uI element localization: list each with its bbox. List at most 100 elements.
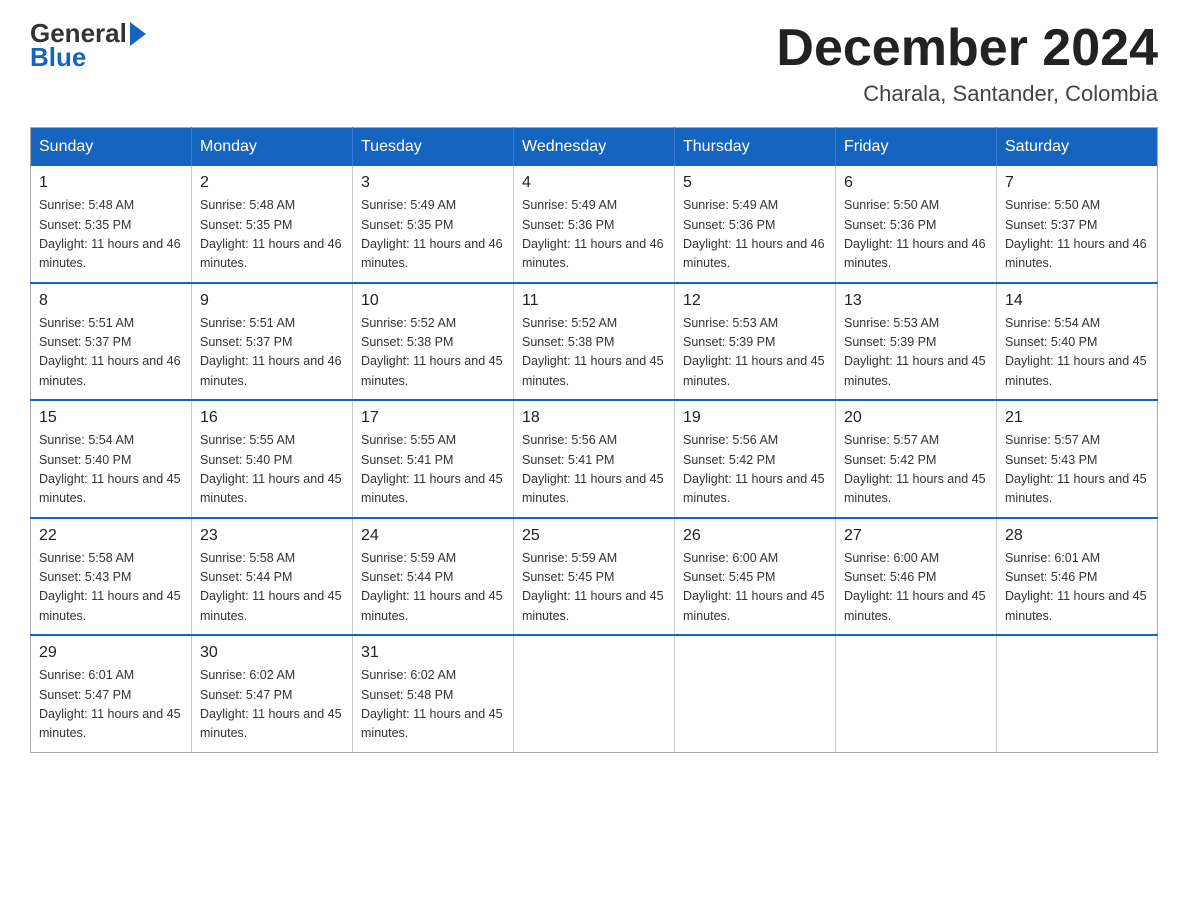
day-number: 24 [361,527,505,545]
day-info: Sunrise: 5:54 AM Sunset: 5:40 PM Dayligh… [1005,314,1149,392]
sunrise-label: Sunrise: 6:02 AM [361,668,456,682]
sunset-label: Sunset: 5:38 PM [522,335,614,349]
daylight-label: Daylight: 11 hours and 45 minutes. [361,354,503,387]
calendar-header-row: SundayMondayTuesdayWednesdayThursdayFrid… [31,128,1158,167]
daylight-label: Daylight: 11 hours and 45 minutes. [361,707,503,740]
day-info: Sunrise: 5:50 AM Sunset: 5:36 PM Dayligh… [844,196,988,274]
day-info: Sunrise: 6:02 AM Sunset: 5:47 PM Dayligh… [200,666,344,744]
sunset-label: Sunset: 5:35 PM [39,218,131,232]
day-info: Sunrise: 5:55 AM Sunset: 5:41 PM Dayligh… [361,431,505,509]
sunrise-label: Sunrise: 5:53 AM [844,316,939,330]
sunrise-label: Sunrise: 5:49 AM [361,198,456,212]
calendar-cell: 19 Sunrise: 5:56 AM Sunset: 5:42 PM Dayl… [675,400,836,518]
sunrise-label: Sunrise: 5:59 AM [522,551,617,565]
daylight-label: Daylight: 11 hours and 45 minutes. [844,472,986,505]
sunset-label: Sunset: 5:40 PM [39,453,131,467]
daylight-label: Daylight: 11 hours and 45 minutes. [522,589,664,622]
sunrise-label: Sunrise: 5:59 AM [361,551,456,565]
sunset-label: Sunset: 5:40 PM [1005,335,1097,349]
day-info: Sunrise: 5:57 AM Sunset: 5:42 PM Dayligh… [844,431,988,509]
daylight-label: Daylight: 11 hours and 46 minutes. [200,354,342,387]
day-info: Sunrise: 5:50 AM Sunset: 5:37 PM Dayligh… [1005,196,1149,274]
calendar-cell: 27 Sunrise: 6:00 AM Sunset: 5:46 PM Dayl… [836,518,997,636]
day-number: 14 [1005,292,1149,310]
calendar-cell: 13 Sunrise: 5:53 AM Sunset: 5:39 PM Dayl… [836,283,997,401]
sunset-label: Sunset: 5:46 PM [1005,570,1097,584]
calendar-cell: 28 Sunrise: 6:01 AM Sunset: 5:46 PM Dayl… [997,518,1158,636]
daylight-label: Daylight: 11 hours and 45 minutes. [200,472,342,505]
day-info: Sunrise: 5:48 AM Sunset: 5:35 PM Dayligh… [200,196,344,274]
sunrise-label: Sunrise: 6:00 AM [844,551,939,565]
day-info: Sunrise: 6:01 AM Sunset: 5:46 PM Dayligh… [1005,549,1149,627]
day-number: 10 [361,292,505,310]
day-info: Sunrise: 5:48 AM Sunset: 5:35 PM Dayligh… [39,196,183,274]
sunrise-label: Sunrise: 5:49 AM [683,198,778,212]
col-header-monday: Monday [192,128,353,167]
day-info: Sunrise: 5:57 AM Sunset: 5:43 PM Dayligh… [1005,431,1149,509]
daylight-label: Daylight: 11 hours and 45 minutes. [844,354,986,387]
sunrise-label: Sunrise: 5:58 AM [200,551,295,565]
daylight-label: Daylight: 11 hours and 45 minutes. [522,354,664,387]
day-number: 1 [39,174,183,192]
calendar-cell: 8 Sunrise: 5:51 AM Sunset: 5:37 PM Dayli… [31,283,192,401]
sunset-label: Sunset: 5:46 PM [844,570,936,584]
sunrise-label: Sunrise: 6:00 AM [683,551,778,565]
calendar-cell: 29 Sunrise: 6:01 AM Sunset: 5:47 PM Dayl… [31,635,192,752]
page-header: General Blue December 2024 Charala, Sant… [30,20,1158,107]
sunset-label: Sunset: 5:36 PM [844,218,936,232]
day-info: Sunrise: 6:00 AM Sunset: 5:45 PM Dayligh… [683,549,827,627]
daylight-label: Daylight: 11 hours and 46 minutes. [844,237,986,270]
day-info: Sunrise: 5:59 AM Sunset: 5:44 PM Dayligh… [361,549,505,627]
sunset-label: Sunset: 5:43 PM [1005,453,1097,467]
daylight-label: Daylight: 11 hours and 45 minutes. [1005,589,1147,622]
sunset-label: Sunset: 5:41 PM [361,453,453,467]
calendar-cell: 3 Sunrise: 5:49 AM Sunset: 5:35 PM Dayli… [353,166,514,283]
day-number: 19 [683,409,827,427]
day-number: 18 [522,409,666,427]
daylight-label: Daylight: 11 hours and 45 minutes. [361,589,503,622]
col-header-wednesday: Wednesday [514,128,675,167]
sunrise-label: Sunrise: 5:55 AM [361,433,456,447]
sunset-label: Sunset: 5:40 PM [200,453,292,467]
calendar-cell: 30 Sunrise: 6:02 AM Sunset: 5:47 PM Dayl… [192,635,353,752]
day-info: Sunrise: 5:53 AM Sunset: 5:39 PM Dayligh… [683,314,827,392]
day-number: 16 [200,409,344,427]
sunrise-label: Sunrise: 5:58 AM [39,551,134,565]
daylight-label: Daylight: 11 hours and 45 minutes. [361,472,503,505]
calendar-cell: 16 Sunrise: 5:55 AM Sunset: 5:40 PM Dayl… [192,400,353,518]
sunrise-label: Sunrise: 5:52 AM [361,316,456,330]
sunrise-label: Sunrise: 5:54 AM [39,433,134,447]
day-info: Sunrise: 5:58 AM Sunset: 5:43 PM Dayligh… [39,549,183,627]
calendar-cell: 21 Sunrise: 5:57 AM Sunset: 5:43 PM Dayl… [997,400,1158,518]
daylight-label: Daylight: 11 hours and 45 minutes. [683,472,825,505]
sunset-label: Sunset: 5:39 PM [844,335,936,349]
calendar-cell: 6 Sunrise: 5:50 AM Sunset: 5:36 PM Dayli… [836,166,997,283]
sunset-label: Sunset: 5:37 PM [1005,218,1097,232]
day-number: 20 [844,409,988,427]
daylight-label: Daylight: 11 hours and 46 minutes. [39,354,181,387]
sunrise-label: Sunrise: 5:56 AM [683,433,778,447]
daylight-label: Daylight: 11 hours and 46 minutes. [361,237,503,270]
calendar-cell: 23 Sunrise: 5:58 AM Sunset: 5:44 PM Dayl… [192,518,353,636]
daylight-label: Daylight: 11 hours and 45 minutes. [844,589,986,622]
day-number: 23 [200,527,344,545]
col-header-sunday: Sunday [31,128,192,167]
calendar-cell: 4 Sunrise: 5:49 AM Sunset: 5:36 PM Dayli… [514,166,675,283]
sunset-label: Sunset: 5:43 PM [39,570,131,584]
day-number: 5 [683,174,827,192]
location-title: Charala, Santander, Colombia [776,81,1158,107]
day-info: Sunrise: 5:49 AM Sunset: 5:36 PM Dayligh… [683,196,827,274]
day-number: 26 [683,527,827,545]
calendar-cell: 7 Sunrise: 5:50 AM Sunset: 5:37 PM Dayli… [997,166,1158,283]
sunrise-label: Sunrise: 5:51 AM [39,316,134,330]
calendar-cell: 5 Sunrise: 5:49 AM Sunset: 5:36 PM Dayli… [675,166,836,283]
sunset-label: Sunset: 5:45 PM [522,570,614,584]
daylight-label: Daylight: 11 hours and 46 minutes. [1005,237,1147,270]
sunset-label: Sunset: 5:42 PM [844,453,936,467]
calendar-cell: 22 Sunrise: 5:58 AM Sunset: 5:43 PM Dayl… [31,518,192,636]
sunrise-label: Sunrise: 5:49 AM [522,198,617,212]
day-number: 7 [1005,174,1149,192]
daylight-label: Daylight: 11 hours and 46 minutes. [683,237,825,270]
calendar-cell [514,635,675,752]
day-number: 21 [1005,409,1149,427]
